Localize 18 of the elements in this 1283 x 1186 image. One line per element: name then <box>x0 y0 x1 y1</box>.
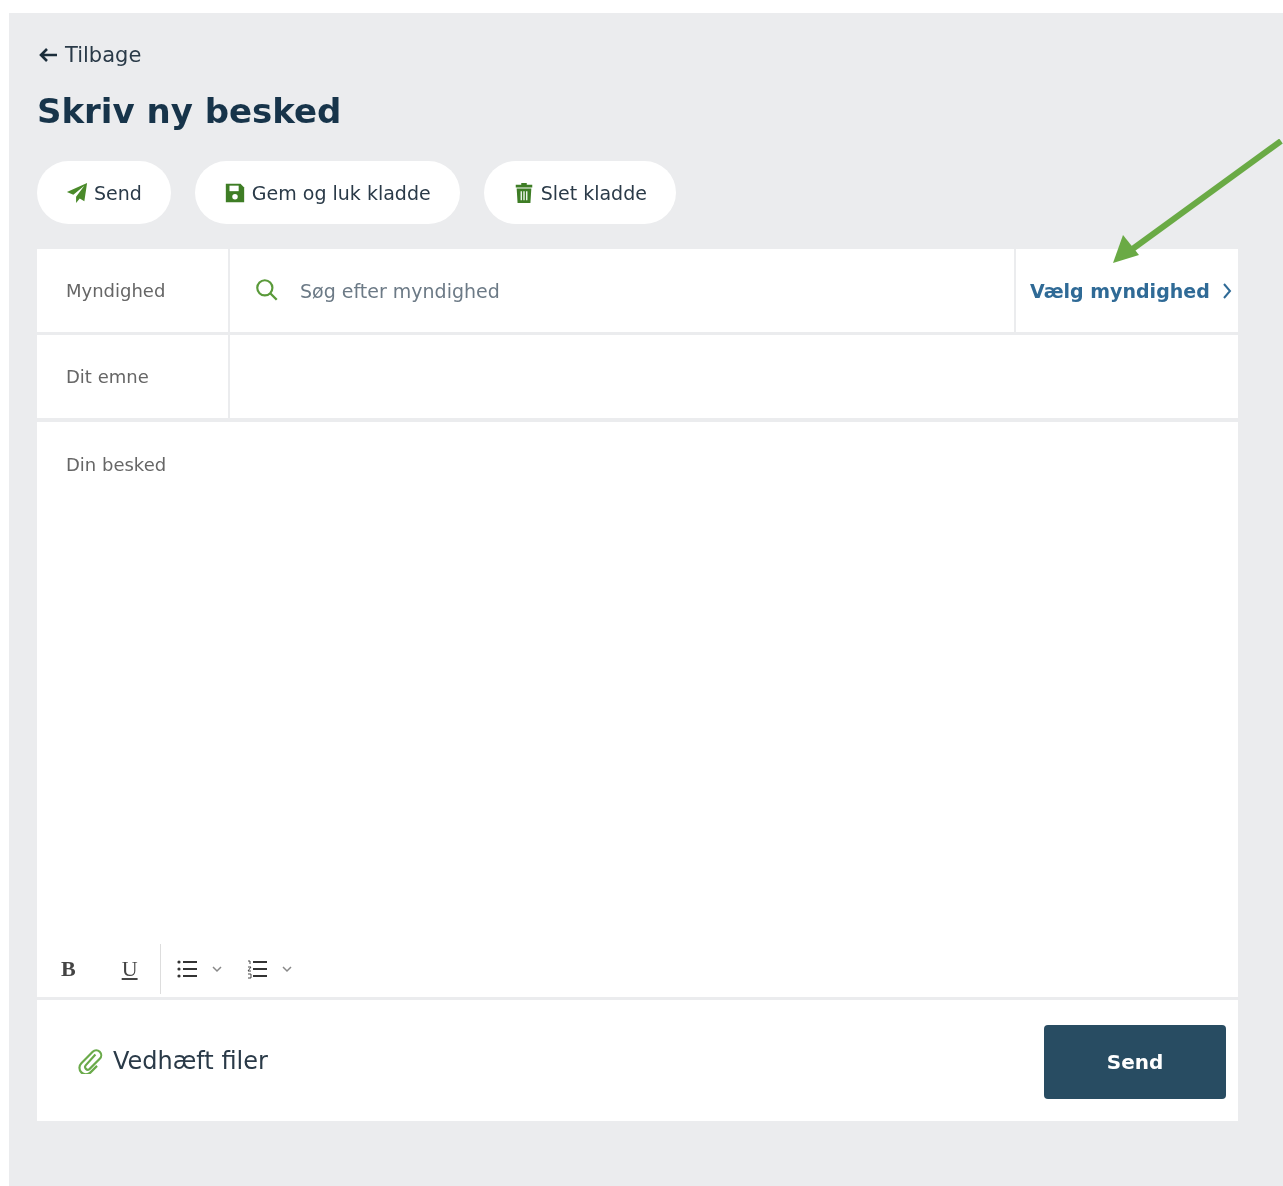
select-authority-link[interactable]: Vælg myndighed <box>1016 249 1238 332</box>
paperclip-icon <box>77 1047 103 1074</box>
bold-button[interactable]: B <box>53 955 84 982</box>
message-field[interactable]: Din besked <box>37 422 1238 940</box>
attach-files-link[interactable]: Vedhæft filer <box>77 1046 268 1075</box>
page-title: Skriv ny besked <box>37 91 343 131</box>
field-label: Myndighed <box>37 249 228 332</box>
search-field[interactable]: Søg efter myndighed <box>230 249 1014 332</box>
chevron-right-icon <box>1221 281 1232 300</box>
underline-button[interactable]: U <box>113 955 146 982</box>
send-button[interactable]: Send <box>1044 1025 1226 1099</box>
field-label: Dit emne <box>37 335 228 418</box>
save-button[interactable]: Gem og luk kladde <box>194 161 460 224</box>
delete-button[interactable]: Slet kladde <box>483 161 676 224</box>
arrow-left-icon <box>37 47 59 63</box>
send-button[interactable]: Send <box>37 161 171 224</box>
paper-plane-icon <box>66 181 88 204</box>
back-link[interactable]: Tilbage <box>37 43 142 67</box>
